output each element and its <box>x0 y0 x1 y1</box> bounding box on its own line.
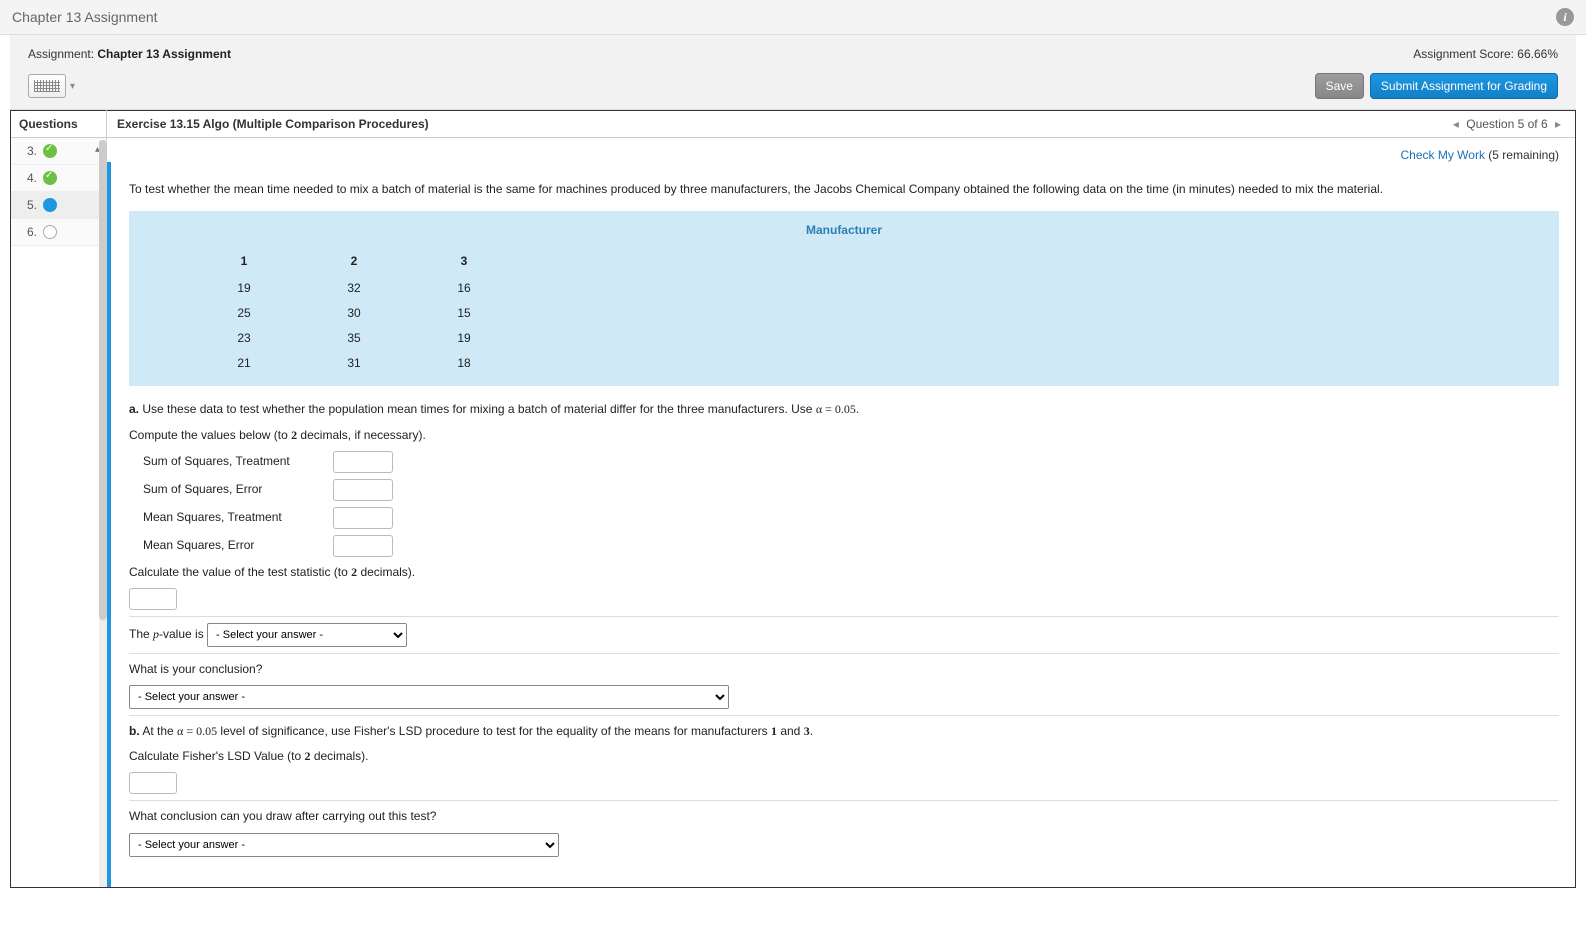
question-item-5[interactable]: 5. <box>11 192 106 219</box>
table-cell: 15 <box>409 301 519 326</box>
table-cell: 30 <box>299 301 409 326</box>
input-test-statistic[interactable] <box>129 588 177 610</box>
question-number: 5. <box>19 198 37 212</box>
page-title: Chapter 13 Assignment <box>12 9 158 25</box>
submit-button[interactable]: Submit Assignment for Grading <box>1370 73 1558 99</box>
status-current-icon <box>43 198 57 212</box>
part-a-text: a. Use these data to test whether the po… <box>129 400 1559 419</box>
sidebar-scrollbar[interactable] <box>99 140 107 887</box>
table-cell: 32 <box>299 276 409 301</box>
scroll-thumb[interactable] <box>99 140 107 620</box>
label-sst: Sum of Squares, Treatment <box>143 452 323 471</box>
keyboard-icon <box>28 74 66 98</box>
chevron-right-icon[interactable]: ▸ <box>1551 117 1565 131</box>
final-conclusion-q: What conclusion can you draw after carry… <box>129 807 1559 826</box>
chevron-down-icon: ▾ <box>70 81 75 92</box>
alpha-expression-b: α = 0.05 <box>177 724 217 738</box>
part-b-text: b. At the α = 0.05 level of significance… <box>129 722 1559 741</box>
questions-sidebar: Questions 3. ▴ 4. 5. 6. <box>11 110 107 887</box>
table-title: Manufacturer <box>189 221 1499 248</box>
question-number: 3. <box>19 144 37 158</box>
input-sse[interactable] <box>333 479 393 501</box>
pvalue-row: The p-value is - Select your answer - <box>129 623 1559 647</box>
field-mst: Mean Squares, Treatment <box>143 507 1559 529</box>
part-b-label: b. <box>129 724 140 738</box>
table-cell: 19 <box>409 326 519 351</box>
compute-instruction: Compute the values below (to 2 decimals,… <box>129 426 1559 445</box>
table-cell: 25 <box>189 301 299 326</box>
field-sse: Sum of Squares, Error <box>143 479 1559 501</box>
status-empty-icon <box>43 225 57 239</box>
main-area: Questions 3. ▴ 4. 5. 6. Exercise 13.15 A… <box>10 110 1576 888</box>
table-cell: 16 <box>409 276 519 301</box>
content-header: Exercise 13.15 Algo (Multiple Comparison… <box>107 110 1575 138</box>
check-my-work-link[interactable]: Check My Work <box>1400 148 1484 162</box>
test-stat-instruction: Calculate the value of the test statisti… <box>129 563 1559 582</box>
assignment-name: Chapter 13 Assignment <box>97 47 231 61</box>
question-body: To test whether the mean time needed to … <box>107 162 1575 887</box>
question-item-6[interactable]: 6. <box>11 219 106 246</box>
input-mst[interactable] <box>333 507 393 529</box>
status-ok-icon <box>43 144 57 158</box>
select-conclusion[interactable]: - Select your answer - <box>129 685 729 709</box>
intro-text: To test whether the mean time needed to … <box>129 180 1559 199</box>
info-icon[interactable]: i <box>1556 8 1574 26</box>
alpha-expression: α = 0.05 <box>816 402 856 416</box>
label-sse: Sum of Squares, Error <box>143 480 323 499</box>
label-mst: Mean Squares, Treatment <box>143 508 323 527</box>
label-mse: Mean Squares, Error <box>143 536 323 555</box>
question-number: 4. <box>19 171 37 185</box>
chevron-left-icon[interactable]: ◂ <box>1449 117 1463 131</box>
table-cell: 23 <box>189 326 299 351</box>
question-number: 6. <box>19 225 37 239</box>
lsd-instruction: Calculate Fisher's LSD Value (to 2 decim… <box>129 747 1559 766</box>
save-button[interactable]: Save <box>1315 73 1364 99</box>
field-mse: Mean Squares, Error <box>143 535 1559 557</box>
part-a-label: a. <box>129 402 139 416</box>
col-head-2: 2 <box>299 248 409 275</box>
table-cell: 21 <box>189 351 299 376</box>
status-ok-icon <box>43 171 57 185</box>
question-item-3[interactable]: 3. ▴ <box>11 138 106 165</box>
manufacturer-table: Manufacturer 1 2 3 19 32 16 25 30 15 23 … <box>129 211 1559 386</box>
active-indicator-bar <box>107 162 111 887</box>
score-label: Assignment Score: <box>1413 47 1514 61</box>
select-final-conclusion[interactable]: - Select your answer - <box>129 833 559 857</box>
col-head-1: 1 <box>189 248 299 275</box>
select-pvalue[interactable]: - Select your answer - <box>207 623 407 647</box>
page-header: Chapter 13 Assignment i <box>0 0 1586 35</box>
exercise-title: Exercise 13.15 Algo (Multiple Comparison… <box>117 117 429 131</box>
assignment-label: Assignment: <box>28 47 94 61</box>
score-value: 66.66% <box>1517 47 1558 61</box>
input-mse[interactable] <box>333 535 393 557</box>
assignment-bar: Assignment: Chapter 13 Assignment Assign… <box>10 35 1576 110</box>
table-cell: 35 <box>299 326 409 351</box>
question-item-4[interactable]: 4. <box>11 165 106 192</box>
pager-text: Question 5 of 6 <box>1466 117 1547 131</box>
table-cell: 19 <box>189 276 299 301</box>
question-pager: ◂ Question 5 of 6 ▸ <box>1449 117 1565 131</box>
table-cell: 18 <box>409 351 519 376</box>
input-lsd[interactable] <box>129 772 177 794</box>
questions-header: Questions <box>11 110 106 138</box>
table-cell: 31 <box>299 351 409 376</box>
content-panel: Exercise 13.15 Algo (Multiple Comparison… <box>107 110 1575 887</box>
keyboard-toggle[interactable]: ▾ <box>28 74 75 98</box>
check-my-work-row: Check My Work (5 remaining) <box>107 138 1575 162</box>
col-head-3: 3 <box>409 248 519 275</box>
field-sst: Sum of Squares, Treatment <box>143 451 1559 473</box>
input-sst[interactable] <box>333 451 393 473</box>
check-remaining: (5 remaining) <box>1488 148 1559 162</box>
conclusion-q: What is your conclusion? <box>129 660 1559 679</box>
